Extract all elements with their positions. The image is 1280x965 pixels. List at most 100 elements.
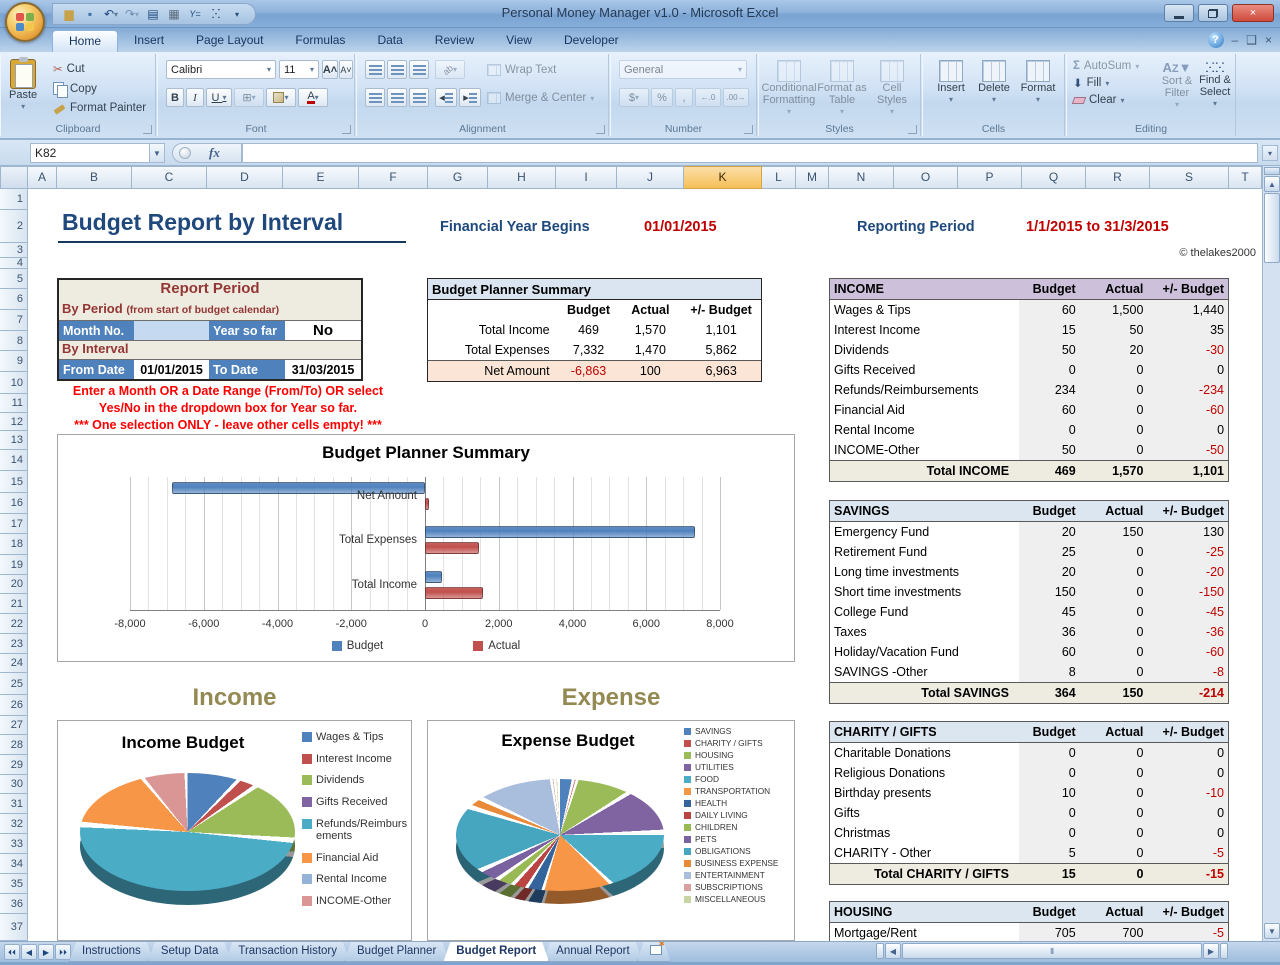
sheet-canvas[interactable]: Budget Report by Interval Financial Year… xyxy=(28,189,1262,941)
column-header-J[interactable]: J xyxy=(617,166,684,189)
row-header-1[interactable]: 1 xyxy=(0,189,28,210)
row-header-27[interactable]: 27 xyxy=(0,716,28,735)
sheet-tab-transaction-history[interactable]: Transaction History xyxy=(225,942,350,962)
row-header-6[interactable]: 6 xyxy=(0,289,28,310)
formula-input[interactable] xyxy=(242,143,1258,163)
autosum-button[interactable]: ΣAutoSum▾ xyxy=(1073,60,1139,72)
budget-summary-bar-chart[interactable]: Budget Planner SummaryTotal IncomeTotal … xyxy=(57,434,795,662)
table-total-row[interactable]: Total SAVINGS364150-214 xyxy=(830,682,1228,703)
row-header-10[interactable]: 10 xyxy=(0,372,28,394)
underline-button[interactable]: U ▾ xyxy=(206,88,232,107)
row-header-19[interactable]: 19 xyxy=(0,555,28,575)
clear-button[interactable]: Clear▾ xyxy=(1073,94,1139,106)
row-header-2[interactable]: 2 xyxy=(0,210,28,243)
row-header-4[interactable]: 4 xyxy=(0,258,28,269)
align-center-button[interactable] xyxy=(387,88,407,107)
ribbon-tab-formulas[interactable]: Formulas xyxy=(279,30,361,52)
expense-budget-pie-chart[interactable]: Expense BudgetSAVINGSCHARITY / GIFTSHOUS… xyxy=(427,720,795,941)
row-header-31[interactable]: 31 xyxy=(0,794,28,814)
table-row[interactable]: Long time investments200-20 xyxy=(830,562,1228,582)
prev-sheet-icon[interactable]: ◀ xyxy=(21,944,37,960)
row-header-32[interactable]: 32 xyxy=(0,814,28,834)
column-header-F[interactable]: F xyxy=(359,166,428,189)
table-total-row[interactable]: Total CHARITY / GIFTS150-15 xyxy=(830,863,1228,884)
table-row[interactable]: Financial Aid600-60 xyxy=(830,400,1228,420)
column-header-K[interactable]: K xyxy=(684,166,762,189)
row-header-15[interactable]: 15 xyxy=(0,471,28,493)
column-header-L[interactable]: L xyxy=(762,166,796,189)
column-header-E[interactable]: E xyxy=(283,166,359,189)
row-header-11[interactable]: 11 xyxy=(0,394,28,413)
scroll-down-icon[interactable]: ▼ xyxy=(1264,923,1280,939)
column-header-O[interactable]: O xyxy=(894,166,958,189)
sheet-tab-setup-data[interactable]: Setup Data xyxy=(148,942,232,962)
font-dialog-launcher-icon[interactable] xyxy=(342,125,351,134)
format-cells-button[interactable]: Format▾ xyxy=(1017,60,1059,106)
table-row[interactable]: Religious Donations000 xyxy=(830,763,1228,783)
row-header-3[interactable]: 3 xyxy=(0,243,28,258)
column-header-T[interactable]: T xyxy=(1229,166,1262,189)
row-header-5[interactable]: 5 xyxy=(0,269,28,289)
italic-button[interactable]: I xyxy=(186,88,204,107)
row-header-37[interactable]: 37 xyxy=(0,914,28,941)
table-row[interactable]: Christmas000 xyxy=(830,823,1228,843)
row-header-8[interactable]: 8 xyxy=(0,331,28,351)
expand-formula-bar-icon[interactable]: ▾ xyxy=(1262,145,1278,161)
month-no-input[interactable] xyxy=(134,320,209,340)
table-row[interactable]: College Fund450-45 xyxy=(830,602,1228,622)
h-split-right-handle[interactable] xyxy=(1220,943,1228,959)
v-scroll-thumb[interactable] xyxy=(1264,193,1280,263)
accounting-format-button[interactable]: $▾ xyxy=(619,88,649,107)
conditional-formatting-button[interactable]: Conditional Formatting▾ xyxy=(763,60,815,118)
first-sheet-icon[interactable]: ⏴⏴ xyxy=(4,944,20,960)
ribbon-tab-view[interactable]: View xyxy=(490,30,548,52)
borders-button[interactable]: ⊞ ▾ xyxy=(234,88,264,107)
table-row[interactable]: INCOME-Other500-50 xyxy=(830,440,1228,460)
row-header-24[interactable]: 24 xyxy=(0,654,28,673)
row-header-13[interactable]: 13 xyxy=(0,431,28,450)
last-sheet-icon[interactable]: ⏵⏵ xyxy=(55,944,71,960)
to-date-input[interactable]: 31/03/2015 xyxy=(285,359,361,379)
scroll-left-icon[interactable]: ◀ xyxy=(885,943,901,959)
cut-button[interactable]: ✂Cut xyxy=(53,62,146,76)
h-scroll-thumb[interactable]: ⫴ xyxy=(902,943,1202,959)
vertical-scrollbar[interactable]: ▲ ▼ xyxy=(1262,166,1280,941)
row-header-22[interactable]: 22 xyxy=(0,614,28,634)
sheet-tab-instructions[interactable]: Instructions xyxy=(69,942,154,962)
paste-button[interactable]: Paste▾ xyxy=(9,59,37,113)
table-row[interactable]: Refunds/Reimbursements2340-234 xyxy=(830,380,1228,400)
ribbon-tab-data[interactable]: Data xyxy=(361,30,418,52)
row-header-21[interactable]: 21 xyxy=(0,594,28,614)
ribbon-tab-page-layout[interactable]: Page Layout xyxy=(180,30,279,52)
table-row[interactable]: Gifts000 xyxy=(830,803,1228,823)
ribbon-tab-insert[interactable]: Insert xyxy=(118,30,180,52)
column-header-R[interactable]: R xyxy=(1086,166,1150,189)
percent-style-button[interactable]: % xyxy=(651,88,673,107)
row-header-20[interactable]: 20 xyxy=(0,575,28,594)
table-row[interactable]: Short time investments1500-150 xyxy=(830,582,1228,602)
bold-button[interactable]: B xyxy=(166,88,184,107)
column-header-S[interactable]: S xyxy=(1150,166,1229,189)
row-header-30[interactable]: 30 xyxy=(0,775,28,794)
workbook-close-icon[interactable]: × xyxy=(1265,33,1272,47)
format-as-table-button[interactable]: Format as Table▾ xyxy=(817,60,867,118)
column-header-Q[interactable]: Q xyxy=(1022,166,1086,189)
row-header-29[interactable]: 29 xyxy=(0,755,28,775)
row-header-36[interactable]: 36 xyxy=(0,894,28,914)
year-so-far-dropdown[interactable]: No xyxy=(285,320,361,340)
help-icon[interactable]: ? xyxy=(1208,32,1224,48)
increase-decimal-button[interactable]: ←.0 xyxy=(695,88,721,107)
next-sheet-icon[interactable]: ▶ xyxy=(38,944,54,960)
find-select-button[interactable]: ⵘⵘFind & Select▾ xyxy=(1197,62,1233,110)
align-left-button[interactable] xyxy=(365,88,385,107)
close-button[interactable]: × xyxy=(1232,4,1274,22)
row-header-16[interactable]: 16 xyxy=(0,493,28,514)
column-header-M[interactable]: M xyxy=(796,166,829,189)
sheet-tab-budget-planner[interactable]: Budget Planner xyxy=(344,942,449,962)
align-top-button[interactable] xyxy=(365,60,385,79)
row-header-25[interactable]: 25 xyxy=(0,673,28,695)
table-row[interactable]: Birthday presents100-10 xyxy=(830,783,1228,803)
table-row[interactable]: SAVINGS -Other80-8 xyxy=(830,662,1228,682)
delete-cells-button[interactable]: Delete▾ xyxy=(973,60,1015,106)
fill-button[interactable]: ⬇Fill▾ xyxy=(1073,76,1139,90)
